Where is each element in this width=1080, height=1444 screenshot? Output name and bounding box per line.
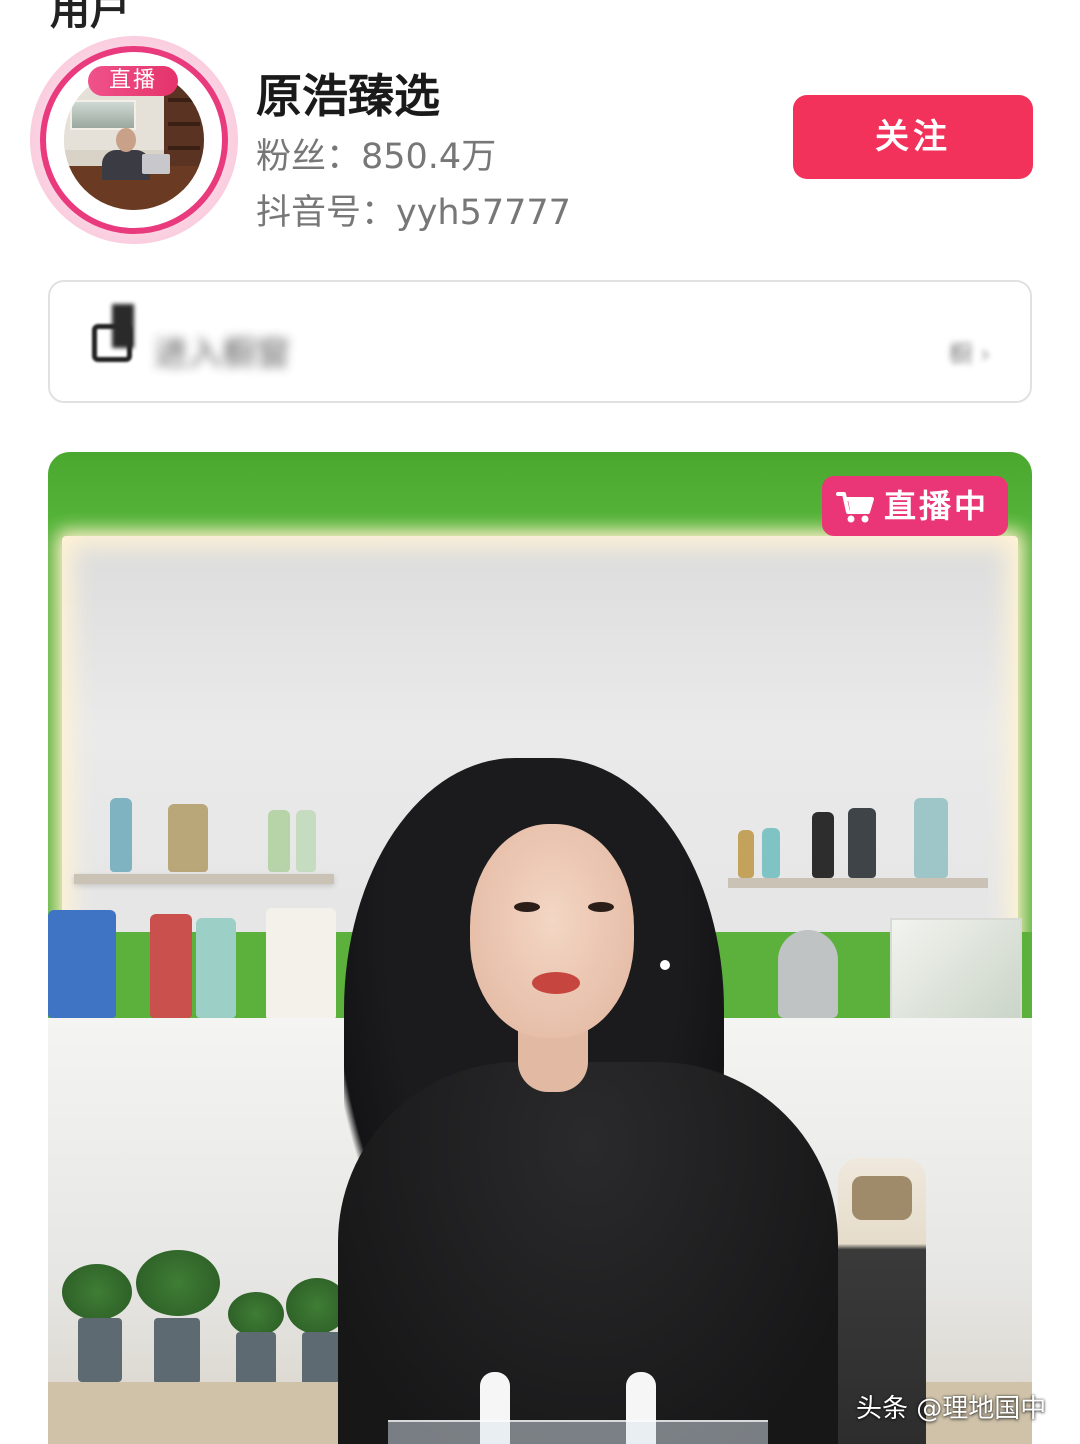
- follow-button[interactable]: 关注: [793, 95, 1033, 179]
- product-bottle: [848, 808, 876, 878]
- presenter-jacket: [338, 1062, 838, 1444]
- product-kettle: [778, 930, 838, 1018]
- product-bottle: [762, 828, 780, 878]
- plant: [62, 1264, 132, 1320]
- douyin-id: 抖音号：yyh57777: [256, 193, 571, 233]
- profile-name: 原浩臻选: [256, 69, 440, 123]
- showcase-entry-bar[interactable]: 进入橱窗 橱 ›: [48, 280, 1032, 403]
- watermark: 头条 @理地国中: [856, 1394, 1047, 1424]
- product-bottle: [168, 804, 208, 872]
- product-bottle: [268, 810, 290, 872]
- presenter-lips: [532, 972, 580, 994]
- live-now-label: 直播中: [884, 487, 990, 525]
- blur-overlay: [810, 282, 1030, 401]
- avatar-live-tag: 直播: [88, 66, 178, 96]
- plant: [228, 1292, 284, 1336]
- plant-pot: [236, 1332, 276, 1386]
- shelf: [74, 874, 334, 884]
- presenter-face: [470, 824, 634, 1038]
- top-cut-text: 用户: [50, 0, 130, 34]
- follower-count: 粉丝：850.4万: [256, 137, 497, 177]
- showcase-entry-right: 橱 ›: [948, 340, 990, 368]
- presenter-eye: [588, 902, 614, 912]
- plant-pot: [154, 1318, 200, 1384]
- showcase-entry-text: 进入橱窗: [154, 334, 290, 374]
- presenter-earring: [660, 960, 670, 970]
- live-now-badge[interactable]: 直播中: [822, 476, 1008, 536]
- acrylic-stand: [388, 1420, 768, 1444]
- plant: [136, 1250, 220, 1316]
- product-bottle: [150, 914, 192, 1018]
- product-detergent: [266, 908, 336, 1020]
- product-detergent: [48, 910, 116, 1018]
- product-bottle: [738, 830, 754, 878]
- product-bottle: [812, 812, 834, 878]
- product-bottle: [110, 798, 132, 872]
- showcase-right-text: 橱: [948, 340, 973, 368]
- shopping-cart-icon: [836, 492, 874, 523]
- live-stream-preview[interactable]: 直播中: [48, 452, 1032, 1444]
- shelf: [728, 878, 988, 888]
- product-bottle: [914, 798, 948, 878]
- presenter-eye: [514, 902, 540, 912]
- plant-pot: [302, 1332, 342, 1386]
- blur-patch: [112, 304, 134, 348]
- product-bottle: [296, 810, 316, 872]
- product-box: [890, 918, 1022, 1030]
- profile-page: 用户 直播 原浩臻选 粉丝：850.4万 抖音号：yyh57777 关注 进入橱…: [0, 0, 1080, 1444]
- plant-pot: [78, 1318, 122, 1382]
- product-bottle: [196, 918, 236, 1018]
